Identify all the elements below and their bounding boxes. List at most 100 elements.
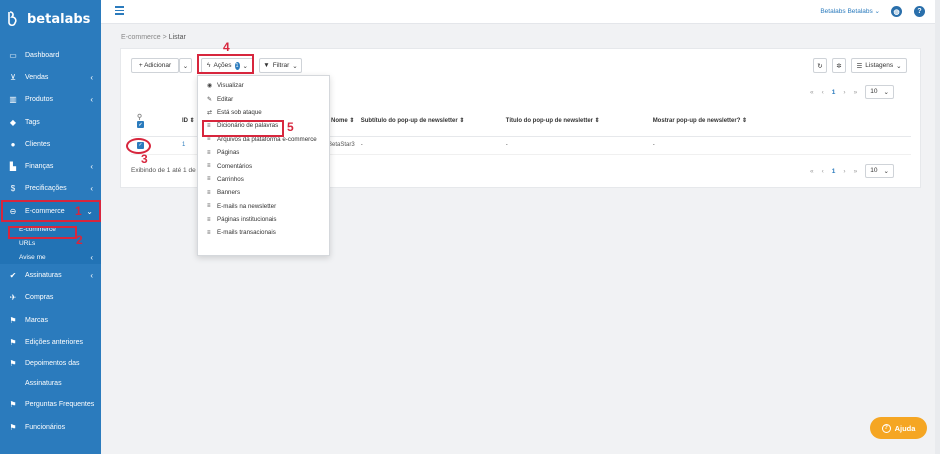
list-icon: ☰ <box>856 62 863 70</box>
column-header-mostrar[interactable]: Mostrar pop-up de newsletter? ⇕ <box>646 106 911 137</box>
menu-item-banners[interactable]: ≡ Banners <box>198 186 329 199</box>
chevron-left-icon: ‹ <box>90 271 93 281</box>
sidebar-item-produtos[interactable]: ▥ Produtos ‹ <box>0 89 101 111</box>
per-page-select[interactable]: 10 ⌄ <box>865 164 894 178</box>
current-page[interactable]: 1 <box>832 89 836 96</box>
sidebar-item-label: Precificações <box>25 185 67 193</box>
breadcrumb: E-commerce > Listar <box>121 34 186 41</box>
menu-item-visualizar[interactable]: ◉ Visualizar <box>198 79 329 92</box>
current-page[interactable]: 1 <box>832 168 836 175</box>
sidebar-item-depoimentos-cont[interactable]: Assinaturas <box>0 374 101 394</box>
column-header-id[interactable]: ID ⇕ <box>176 106 196 137</box>
search-icon[interactable]: ⚲ <box>137 113 176 121</box>
cell-id[interactable]: 1 <box>176 136 196 155</box>
select-all-checkbox[interactable]: ✓ <box>137 121 144 129</box>
sidebar-item-assinaturas[interactable]: ✔ Assinaturas ‹ <box>0 264 101 286</box>
chevron-left-icon: ‹ <box>90 95 93 105</box>
breadcrumb-current: Listar <box>168 34 186 41</box>
prev-page-button[interactable]: ‹ <box>822 168 824 175</box>
last-page-button[interactable]: » <box>854 168 858 175</box>
sidebar-item-vendas[interactable]: ⊻ Vendas ‹ <box>0 66 101 88</box>
swap-icon: ⇄ <box>207 109 213 116</box>
sidebar-item-label: Funcionários <box>25 423 66 431</box>
settings-button[interactable]: ✲ <box>832 58 846 73</box>
menu-item-comentarios[interactable]: ≡ Comentários <box>198 159 329 172</box>
pencil-icon: ✎ <box>207 96 213 103</box>
column-header-titulo[interactable]: Título do pop-up de newsletter ⇕ <box>499 106 647 137</box>
per-page-select[interactable]: 10 ⌄ <box>865 85 894 99</box>
question-icon[interactable]: ? <box>914 6 925 17</box>
sidebar-item-perguntas[interactable]: ⚑ Perguntas Frequentes <box>0 394 101 416</box>
menu-item-label: E-mails na newsletter <box>217 202 277 210</box>
last-page-button[interactable]: » <box>854 89 858 96</box>
sidebar-item-label: Assinaturas <box>25 272 62 280</box>
globe-icon[interactable]: ◍ <box>891 6 902 17</box>
cell-titulo: - <box>499 136 647 155</box>
menu-item-sob-ataque[interactable]: ⇄ Está sob ataque <box>198 106 329 119</box>
filter-button[interactable]: ▼ Filtrar ⌄ <box>259 58 302 73</box>
list-icon: ≡ <box>207 203 211 210</box>
cell-mostrar: - <box>646 136 911 155</box>
check-icon: ✔ <box>9 271 17 281</box>
chevron-down-icon: ⌄ <box>182 62 189 70</box>
sidebar-item-financas[interactable]: ▙ Finanças ‹ <box>0 155 101 177</box>
chevron-down-icon: ⌄ <box>292 62 298 70</box>
menu-item-label: E-mails transacionais <box>217 229 276 237</box>
menu-item-emails-transacionais[interactable]: ≡ E-mails transacionais <box>198 226 329 239</box>
add-button[interactable]: + Adicionar <box>131 58 179 73</box>
menu-item-paginas-institucionais[interactable]: ≡ Páginas institucionais <box>198 213 329 226</box>
sidebar-item-compras[interactable]: ✈ Compras <box>0 287 101 309</box>
sidebar-subitem-avise-me[interactable]: Avise me ‹ <box>0 250 101 264</box>
sidebar-item-marcas[interactable]: ⚑ Marcas <box>0 309 101 331</box>
top-bar: Betalabs Betalabs ⌄ ◍ ? <box>101 0 940 24</box>
user-menu[interactable]: Betalabs Betalabs ⌄ <box>820 7 880 15</box>
actions-menu: ◉ Visualizar ✎ Editar ⇄ Está sob ataque ≡ Di… <box>197 75 330 256</box>
listings-button[interactable]: ☰ Listagens ⌄ <box>851 58 907 73</box>
menu-item-paginas[interactable]: ≡ Páginas <box>198 146 329 159</box>
sidebar-item-tags[interactable]: ◆ Tags <box>0 111 101 133</box>
annotation-number-3: 3 <box>141 152 148 166</box>
list-icon: ≡ <box>207 163 211 170</box>
sidebar-item-depoimentos[interactable]: ⚑ Depoimentos das <box>0 354 101 374</box>
sidebar-item-clientes[interactable]: ● Clientes <box>0 133 101 155</box>
sidebar-item-edicoes-anteriores[interactable]: ⚑ Edições anteriores <box>0 331 101 353</box>
menu-item-label: Está sob ataque <box>217 108 262 116</box>
sidebar-subitem-label: URLs <box>19 239 36 247</box>
chevron-left-icon: ‹ <box>90 72 93 82</box>
help-button[interactable]: ? Ajuda <box>870 417 927 439</box>
menu-item-carrinhos[interactable]: ≡ Carrinhos <box>198 173 329 186</box>
menu-item-editar[interactable]: ✎ Editar <box>198 92 329 105</box>
annotation-box-1 <box>1 200 101 222</box>
next-page-button[interactable]: › <box>843 168 845 175</box>
sidebar-item-dashboard[interactable]: ▭ Dashboard <box>0 44 101 66</box>
column-header-subtitulo[interactable]: Subtítulo do pop-up de newsletter ⇕ <box>354 106 500 137</box>
next-page-button[interactable]: › <box>843 89 845 96</box>
list-icon: ≡ <box>207 149 211 156</box>
monitor-icon: ▭ <box>9 50 17 60</box>
list-icon: ≡ <box>207 176 211 183</box>
first-page-button[interactable]: « <box>810 89 814 96</box>
list-icon: ≡ <box>207 216 211 223</box>
sidebar-item-label: Perguntas Frequentes <box>25 401 95 409</box>
sidebar-item-label: Compras <box>25 294 54 302</box>
prev-page-button[interactable]: ‹ <box>822 89 824 96</box>
page-scrollbar[interactable] <box>935 0 940 454</box>
brand-logo[interactable]: betalabs <box>0 0 101 38</box>
flag-icon: ⚑ <box>9 315 17 325</box>
hamburger-menu-icon[interactable] <box>115 6 124 15</box>
menu-item-label: Visualizar <box>217 82 244 90</box>
betalabs-logo-icon <box>8 11 17 27</box>
per-page-value: 10 <box>870 167 878 174</box>
sidebar-item-funcionarios[interactable]: ⚑ Funcionários <box>0 416 101 438</box>
add-button-label: + Adicionar <box>138 62 172 69</box>
refresh-button[interactable]: ↻ <box>813 58 827 73</box>
add-dropdown-toggle[interactable]: ⌄ <box>179 58 192 73</box>
sidebar-item-label: Finanças <box>25 163 54 171</box>
annotation-box-4 <box>197 54 254 74</box>
sidebar-item-precificacoes[interactable]: $ Precificações ‹ <box>0 178 101 200</box>
menu-item-emails-newsletter[interactable]: ≡ E-mails na newsletter <box>198 200 329 213</box>
first-page-button[interactable]: « <box>810 168 814 175</box>
menu-item-label: Carrinhos <box>217 175 244 183</box>
breadcrumb-parent[interactable]: E-commerce <box>121 34 161 41</box>
